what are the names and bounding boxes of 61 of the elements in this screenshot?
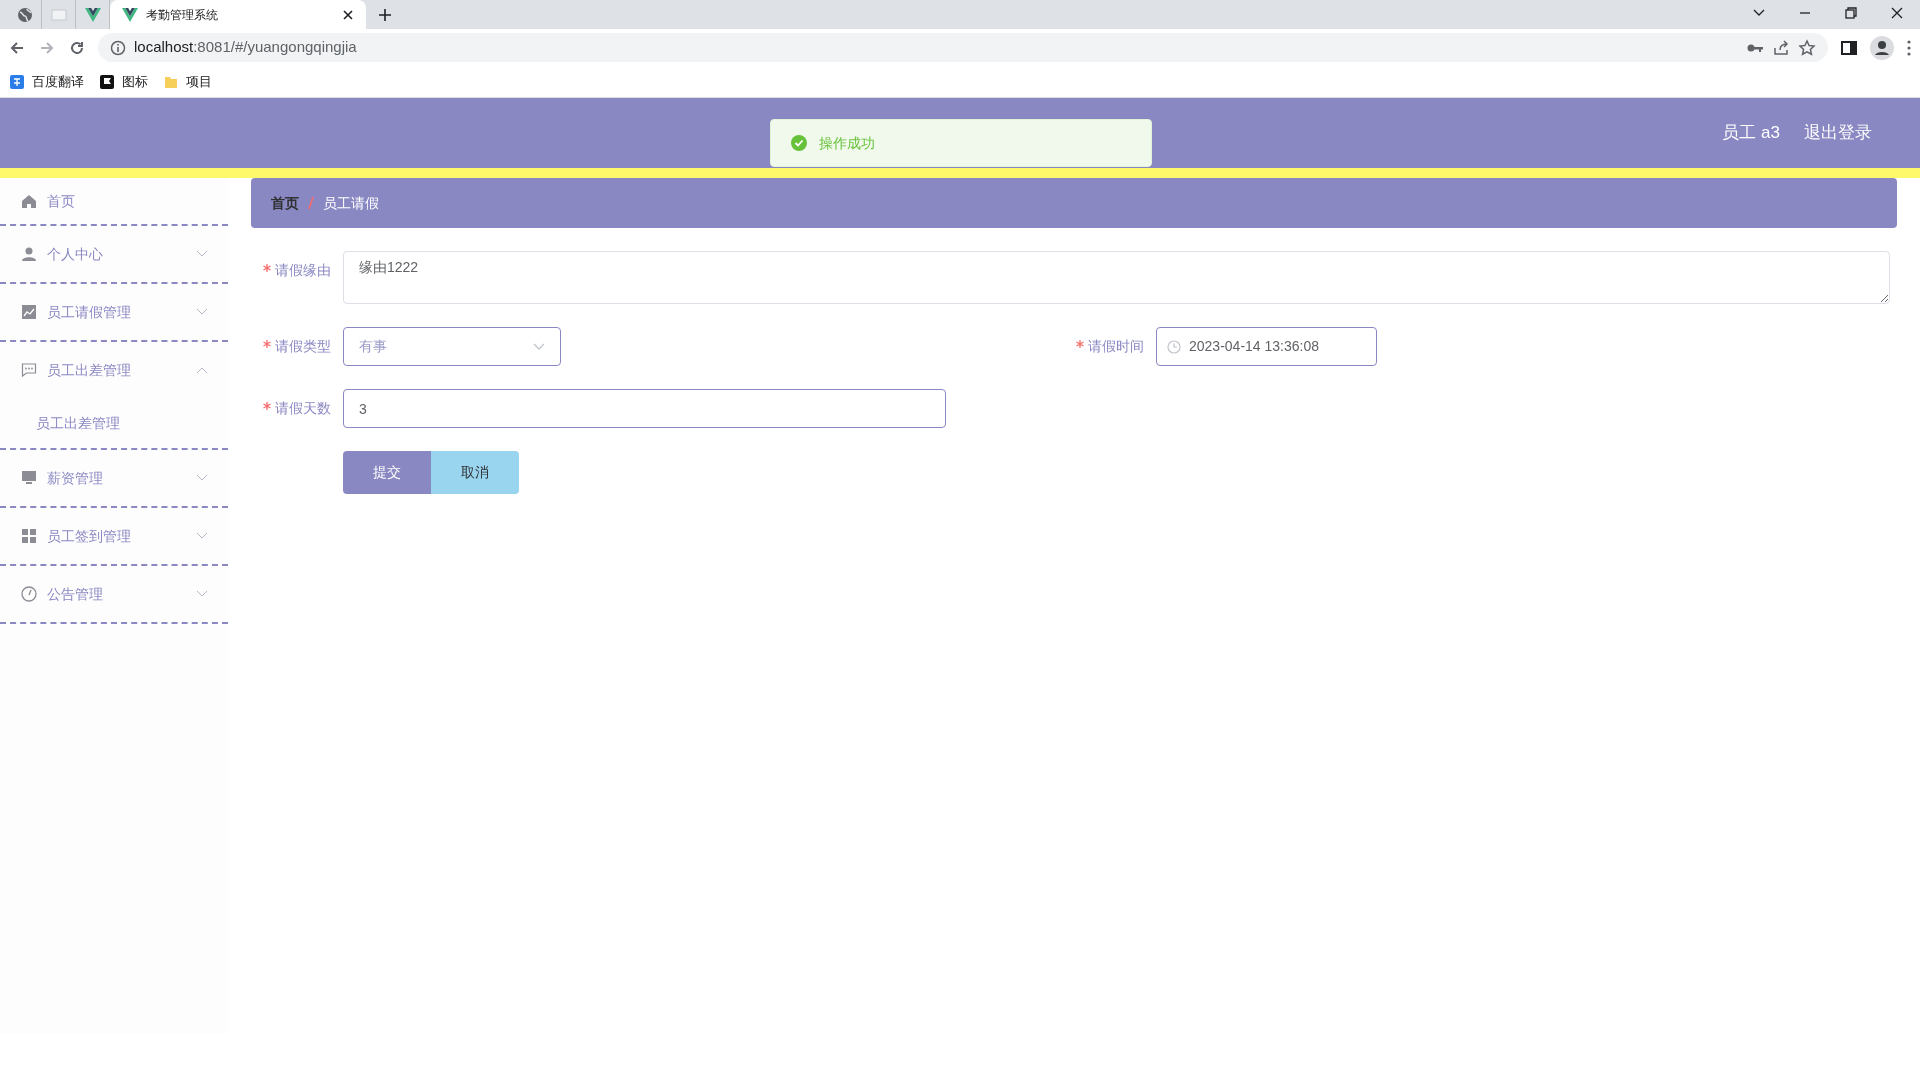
sidebar-item[interactable]: 员工出差管理 (0, 342, 228, 398)
browser-tab[interactable]: 考勤管理系统 (110, 0, 366, 29)
close-icon (342, 8, 354, 21)
breadcrumb-item: 员工请假 (323, 193, 379, 213)
days-input[interactable]: 3 (343, 389, 946, 428)
home-icon (21, 193, 37, 209)
flag-icon (100, 74, 114, 89)
datetime-field[interactable]: 2023-04-14 13:36:08 (1156, 327, 1377, 366)
restore-icon[interactable] (1844, 6, 1858, 20)
submenu-item[interactable]: 员工出差管理 (0, 398, 228, 448)
sidebar-item[interactable]: 个人中心 (0, 226, 228, 282)
required-asterisk-icon (263, 402, 271, 410)
grid-icon (21, 528, 37, 544)
field-label: 请假类型 (275, 337, 331, 356)
close-icon[interactable] (1890, 6, 1904, 20)
share-icon[interactable] (1772, 38, 1790, 57)
info-icon (110, 39, 126, 56)
sidebar-item[interactable]: 公告管理 (0, 566, 228, 622)
more-icon[interactable] (1906, 38, 1912, 57)
v-logo-icon (122, 6, 138, 23)
reason-textarea[interactable]: 缘由1222 (343, 251, 1890, 304)
translate-icon (10, 74, 24, 89)
bookmark-link[interactable]: 项目 (164, 71, 212, 92)
sidebar-item[interactable]: 薪资管理 (0, 450, 228, 506)
new-tab-icon (378, 8, 392, 22)
cancel-button[interactable]: 取消 (431, 451, 519, 494)
logout-link[interactable]: 退出登录 (1804, 120, 1872, 146)
sidebar-item[interactable]: 员工签到管理 (0, 508, 228, 564)
field-label: 请假天数 (275, 399, 331, 418)
required-asterisk-icon (263, 340, 271, 348)
globe-icon (16, 6, 33, 23)
page-icon (50, 6, 67, 23)
field-label: 请假时间 (1088, 337, 1144, 356)
folder-icon (164, 74, 178, 89)
bookmark-link[interactable]: 图标 (100, 71, 148, 92)
check-circle-icon (791, 135, 807, 151)
bookmark-link[interactable]: 百度翻译 (10, 71, 84, 92)
slash-icon (307, 196, 315, 210)
sidebar-item[interactable]: 员工请假管理 (0, 284, 228, 340)
field-label: 请假缘由 (275, 261, 331, 280)
submit-button[interactable]: 提交 (343, 451, 431, 494)
address-bar[interactable]: localhost:8081/#/yuangongqingjia (98, 33, 1828, 62)
user-name: 员工 a3 (1722, 122, 1780, 145)
gauge-icon (21, 586, 37, 602)
toast-message: 操作成功 (819, 133, 875, 153)
required-asterisk-icon (1076, 340, 1084, 348)
chat-icon (21, 362, 37, 378)
sidebar-item[interactable]: 首页 (0, 178, 228, 224)
side-panel-icon[interactable] (1840, 38, 1858, 57)
profile-icon[interactable] (1870, 35, 1894, 60)
monitor-icon (21, 470, 37, 486)
user-icon (21, 246, 37, 262)
clock-icon (1167, 339, 1181, 354)
url-text: localhost:8081/#/yuangongqingjia (134, 37, 357, 58)
leave-type-select[interactable]: 有事 (343, 327, 561, 366)
breadcrumb-item[interactable]: 首页 (271, 192, 299, 214)
required-asterisk-icon (263, 264, 271, 272)
star-icon[interactable] (1798, 38, 1816, 57)
v-logo-icon (84, 6, 101, 23)
chart-icon (21, 304, 37, 320)
chevron-down-icon (533, 342, 545, 351)
